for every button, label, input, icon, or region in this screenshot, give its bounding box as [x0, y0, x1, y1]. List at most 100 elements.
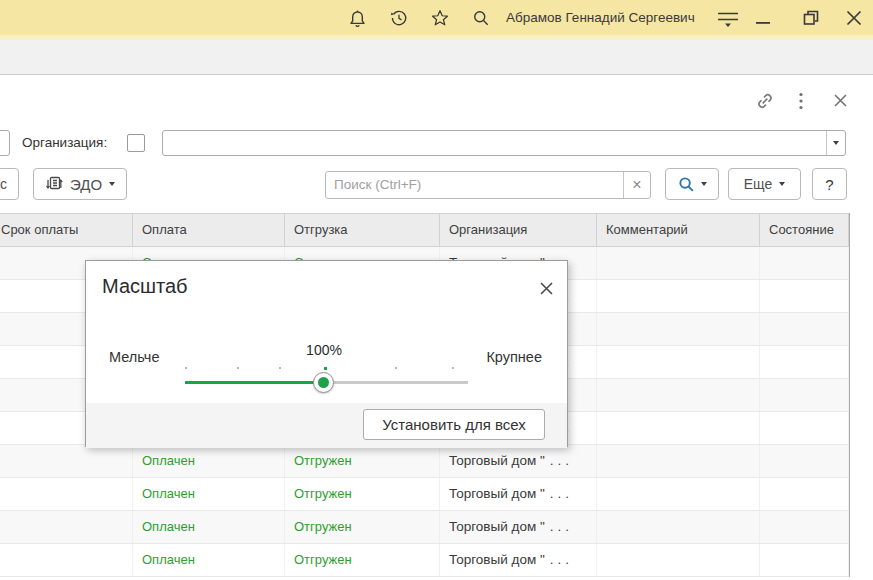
close-window-button[interactable]	[844, 8, 866, 28]
cell-empty	[0, 511, 133, 543]
cell-empty	[760, 445, 849, 477]
restore-window-button[interactable]	[801, 8, 823, 28]
table-row[interactable]: ОплаченОтгруженТорговый дом "...	[0, 445, 849, 478]
cell-empty	[597, 544, 760, 576]
cell-payment: Оплачен	[133, 445, 285, 477]
column-header[interactable]: Отгрузка	[285, 214, 440, 246]
help-button[interactable]: ?	[812, 168, 847, 200]
zoom-dialog: Масштаб Мельче Крупнее 100% Установить д…	[85, 260, 568, 447]
close-form-icon[interactable]	[833, 93, 849, 109]
left-cropped-field[interactable]	[0, 130, 10, 156]
cell-empty	[760, 511, 849, 543]
cell-empty	[597, 412, 760, 444]
cell-shipment: Отгружен	[285, 478, 440, 510]
search-field[interactable]: Поиск (Ctrl+F) ×	[325, 171, 651, 199]
organization-filter-checkbox[interactable]	[127, 134, 145, 152]
column-header[interactable]: Оплата	[133, 214, 285, 246]
left-cropped-button[interactable]: с	[0, 168, 19, 200]
cropped-button-label: с	[0, 176, 7, 192]
column-header[interactable]: Организация	[440, 214, 597, 246]
cell-shipment: Отгружен	[285, 544, 440, 576]
table-row[interactable]: ОплаченОтгруженТорговый дом "...	[0, 478, 849, 511]
organization-text: Торговый дом "	[449, 519, 545, 534]
cell-organization: Торговый дом "...	[440, 544, 597, 576]
organization-filter-label: Организация:	[22, 130, 107, 156]
organization-text: Торговый дом "	[449, 552, 545, 567]
zoom-larger-label: Крупнее	[486, 349, 542, 365]
slider-tick	[279, 367, 281, 369]
notifications-bell-icon[interactable]	[347, 8, 369, 28]
cell-empty	[760, 313, 849, 345]
zoom-smaller-label: Мельче	[109, 349, 160, 365]
more-button[interactable]: Еще	[728, 168, 801, 200]
zoom-value-label: 100%	[299, 342, 349, 358]
favorites-star-icon[interactable]	[430, 8, 452, 28]
cell-empty	[0, 445, 133, 477]
slider-tick-current	[324, 367, 327, 370]
slider-thumb[interactable]	[313, 372, 334, 393]
cell-empty	[597, 313, 760, 345]
cell-empty	[760, 412, 849, 444]
table-header: Срок оплатыОплатаОтгрузкаОрганизацияКомм…	[0, 213, 849, 247]
edo-button-label: ЭДО	[70, 176, 102, 193]
current-user-name[interactable]: Абрамов Геннадий Сергеевич	[506, 0, 695, 35]
help-button-label: ?	[825, 176, 833, 193]
cell-empty	[0, 478, 133, 510]
application-window: Абрамов Геннадий Сергеевич Организация: …	[0, 0, 873, 580]
table-row[interactable]: ОплаченОтгруженТорговый дом "...	[0, 511, 849, 544]
organization-filter-combo[interactable]	[162, 130, 846, 156]
column-header[interactable]: Срок оплаты	[0, 214, 133, 246]
set-for-all-button[interactable]: Установить для всех	[363, 409, 545, 440]
slider-tick	[395, 367, 397, 369]
cell-organization: Торговый дом "...	[440, 445, 597, 477]
global-search-icon[interactable]	[471, 8, 493, 28]
slider-track-empty[interactable]	[324, 381, 468, 384]
cell-empty	[760, 379, 849, 411]
more-menu-kebab-icon[interactable]	[797, 92, 807, 112]
cell-empty	[597, 445, 760, 477]
cell-empty	[760, 478, 849, 510]
search-dropdown-caret-icon	[701, 182, 707, 186]
search-magnifier-icon	[678, 176, 695, 193]
cell-empty	[597, 379, 760, 411]
minimize-button[interactable]	[753, 8, 775, 28]
cell-organization: Торговый дом "...	[440, 511, 597, 543]
get-link-icon[interactable]	[754, 90, 776, 112]
table-right-border	[849, 213, 850, 577]
cell-empty	[760, 346, 849, 378]
combo-dropdown-arrow-icon[interactable]	[826, 131, 845, 155]
edo-button[interactable]: ЭДО	[33, 168, 127, 200]
slider-thumb-dot	[318, 377, 329, 388]
search-clear-icon: ×	[632, 176, 641, 193]
cell-organization: Торговый дом "...	[440, 478, 597, 510]
column-header[interactable]: Состояние	[760, 214, 849, 246]
cell-empty	[597, 511, 760, 543]
slider-track-filled[interactable]	[185, 381, 324, 384]
cell-shipment: Отгружен	[285, 445, 440, 477]
cell-shipment: Отгружен	[285, 511, 440, 543]
organization-text: Торговый дом "	[449, 486, 545, 501]
cell-empty	[760, 280, 849, 312]
organization-truncation-ellipsis: ...	[550, 453, 573, 468]
dialog-footer: Установить для всех	[86, 403, 567, 448]
table-row[interactable]: ОплаченОтгруженТорговый дом "...	[0, 544, 849, 577]
cell-payment: Оплачен	[133, 511, 285, 543]
service-menu-icon[interactable]	[716, 8, 742, 28]
organization-text: Торговый дом "	[449, 453, 545, 468]
organization-truncation-ellipsis: ...	[550, 486, 573, 501]
history-icon[interactable]	[389, 8, 411, 28]
edo-exchange-icon	[45, 175, 63, 193]
search-clear-button[interactable]: ×	[623, 172, 650, 198]
cell-empty	[760, 247, 849, 279]
dialog-close-icon[interactable]	[539, 281, 557, 299]
search-button[interactable]	[665, 168, 719, 200]
slider-tick	[185, 367, 187, 369]
cell-empty	[760, 544, 849, 576]
edo-dropdown-caret-icon	[109, 182, 115, 186]
dialog-title: Масштаб	[102, 275, 188, 298]
cell-empty	[0, 544, 133, 576]
cell-payment: Оплачен	[133, 544, 285, 576]
cell-empty	[597, 280, 760, 312]
column-header[interactable]: Комментарий	[597, 214, 760, 246]
tabs-panel	[0, 40, 873, 75]
